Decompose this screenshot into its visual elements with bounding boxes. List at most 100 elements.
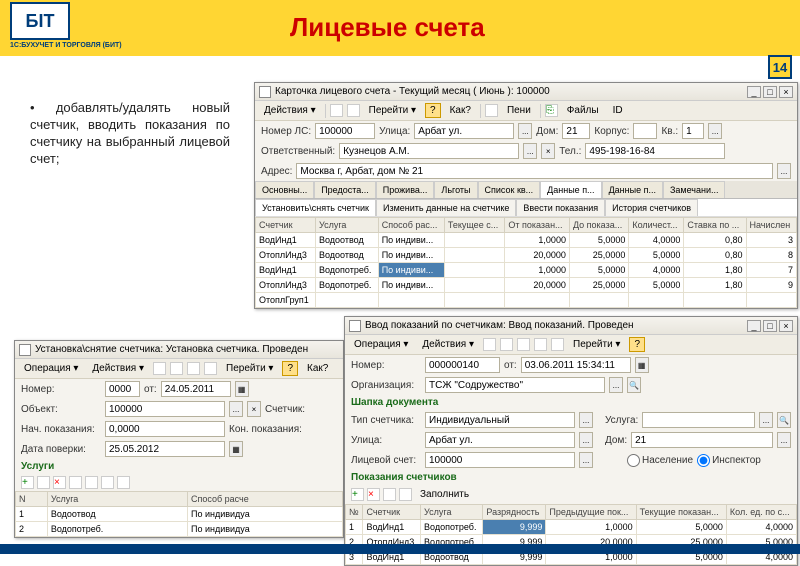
delete-icon[interactable]: × <box>53 476 66 489</box>
col-header[interactable]: Ставка по ... <box>684 218 746 233</box>
col-header[interactable]: N <box>16 492 48 507</box>
minimize-button[interactable]: _ <box>747 86 761 98</box>
table-row[interactable]: 2Водопотреб.По индивидуа <box>16 522 343 537</box>
lookup-button[interactable]: ... <box>759 412 773 428</box>
num-input[interactable]: 000000140 <box>425 357 500 373</box>
actions-menu[interactable]: Действия ▾ <box>87 361 149 376</box>
edit-icon[interactable] <box>37 476 50 489</box>
street-input[interactable]: Арбат ул. <box>425 432 575 448</box>
actions-menu[interactable]: Действия ▾ <box>259 103 321 118</box>
clear-button[interactable]: × <box>541 143 555 159</box>
table-row[interactable]: ОтоплИнд3Водопотреб.По индиви...20,00002… <box>256 278 797 293</box>
icon[interactable] <box>187 362 200 375</box>
table-row[interactable]: ОтоплГруп1 <box>256 293 797 308</box>
actions-menu[interactable]: Действия ▾ <box>417 337 479 352</box>
lookup-button[interactable]: ... <box>518 123 532 139</box>
house-input[interactable]: 21 <box>562 123 590 139</box>
services-table[interactable]: NУслугаСпособ расче1ВодоотводПо индивиду… <box>15 491 343 537</box>
files-button[interactable]: Файлы <box>562 103 604 118</box>
clear-button[interactable]: × <box>247 401 261 417</box>
doc-icon[interactable] <box>485 104 498 117</box>
table-row[interactable]: ОтоплИнд3ВодоотводПо индиви...20,000025,… <box>256 248 797 263</box>
subtab[interactable]: Изменить данные на счетчике <box>376 199 516 216</box>
start-input[interactable]: 0,0000 <box>105 421 225 437</box>
icon[interactable] <box>551 338 564 351</box>
check-input[interactable]: 25.05.2012 <box>105 441 225 457</box>
tab[interactable]: Предоста... <box>314 181 376 198</box>
attach-icon[interactable]: ⎘ <box>545 104 558 117</box>
table-row[interactable]: ВодИнд1ВодоотводПо индиви...1,00005,0000… <box>256 233 797 248</box>
calendar-icon[interactable]: ▦ <box>229 441 243 457</box>
col-header[interactable]: Услуга <box>47 492 187 507</box>
col-header[interactable]: № <box>346 505 363 520</box>
icon[interactable] <box>500 338 513 351</box>
how-button[interactable]: Как? <box>445 103 476 118</box>
icon[interactable] <box>534 338 547 351</box>
serv-input[interactable] <box>642 412 755 428</box>
icon[interactable] <box>204 362 217 375</box>
close-button[interactable]: × <box>779 320 793 332</box>
readings-table[interactable]: №СчетчикУслугаРазрядностьПредыдущие пок.… <box>345 504 797 565</box>
col-header[interactable]: Текущие показан... <box>636 505 726 520</box>
col-header[interactable]: До показа... <box>569 218 628 233</box>
lookup-button[interactable]: ... <box>523 143 537 159</box>
sort-icon[interactable] <box>117 476 130 489</box>
col-header[interactable]: Счетчик <box>256 218 316 233</box>
lookup-button[interactable]: ... <box>777 163 791 179</box>
col-header[interactable]: Способ расче <box>188 492 343 507</box>
lookup-button[interactable]: ... <box>579 432 593 448</box>
icon[interactable] <box>517 338 530 351</box>
table-row[interactable]: 1ВодоотводПо индивидуа <box>16 507 343 522</box>
tab[interactable]: Прожива... <box>376 181 435 198</box>
col-header[interactable]: Начислен <box>746 218 797 233</box>
datetime-input[interactable]: 03.06.2011 15:34:11 <box>521 357 631 373</box>
lookup-button[interactable]: ... <box>708 123 722 139</box>
obj-input[interactable]: 100000 <box>105 401 225 417</box>
col-header[interactable]: Счетчик <box>363 505 421 520</box>
lookup-button[interactable]: ... <box>609 377 623 393</box>
lookup-button[interactable]: ... <box>579 412 593 428</box>
col-header[interactable]: Разрядность <box>483 505 546 520</box>
subtab[interactable]: История счетчиков <box>605 199 698 216</box>
maximize-button[interactable]: □ <box>763 320 777 332</box>
calendar-icon[interactable]: ▦ <box>635 357 649 373</box>
col-header[interactable]: Услуга <box>315 218 378 233</box>
col-header[interactable]: Количест... <box>629 218 684 233</box>
minimize-button[interactable]: _ <box>747 320 761 332</box>
pop-radio[interactable]: Население <box>627 454 693 467</box>
search-icon[interactable]: 🔍 <box>777 412 791 428</box>
help-button[interactable]: ? <box>629 337 645 352</box>
add-icon[interactable]: + <box>21 476 34 489</box>
addr-input[interactable]: Москва г, Арбат, дом № 21 <box>296 163 773 179</box>
down-icon[interactable] <box>85 476 98 489</box>
col-header[interactable]: Предыдущие пок... <box>546 505 636 520</box>
maximize-button[interactable]: □ <box>763 86 777 98</box>
goto-menu[interactable]: Перейти ▾ <box>568 337 625 352</box>
tab[interactable]: Данные п... <box>602 181 663 198</box>
tel-input[interactable]: 495-198-16-84 <box>585 143 725 159</box>
icon[interactable] <box>483 338 496 351</box>
add-icon[interactable]: + <box>351 488 364 501</box>
subtab[interactable]: Ввести показания <box>516 199 605 216</box>
sort-icon[interactable] <box>383 488 396 501</box>
calendar-icon[interactable]: ▦ <box>235 381 249 397</box>
goto-menu[interactable]: Перейти ▾ <box>221 361 278 376</box>
search-icon[interactable]: 🔍 <box>627 377 641 393</box>
table-row[interactable]: ВодИнд1Водопотреб.По индиви...1,00005,00… <box>256 263 797 278</box>
sort-icon[interactable] <box>101 476 114 489</box>
korp-input[interactable] <box>633 123 657 139</box>
icon[interactable] <box>153 362 166 375</box>
how-button[interactable]: Как? <box>302 361 333 376</box>
type-input[interactable]: Индивидуальный <box>425 412 575 428</box>
resp-input[interactable]: Кузнецов А.М. <box>339 143 519 159</box>
lookup-button[interactable]: ... <box>579 452 593 468</box>
up-icon[interactable] <box>69 476 82 489</box>
nls-input[interactable]: 100000 <box>315 123 375 139</box>
house-input[interactable]: 21 <box>631 432 773 448</box>
tab[interactable]: Льготы <box>434 181 477 198</box>
operation-menu[interactable]: Операция ▾ <box>19 361 83 376</box>
id-button[interactable]: ID <box>608 103 628 118</box>
operation-menu[interactable]: Операция ▾ <box>349 337 413 352</box>
col-header[interactable]: Кол. ед. по с... <box>726 505 796 520</box>
tab[interactable]: Замечани... <box>663 181 726 198</box>
